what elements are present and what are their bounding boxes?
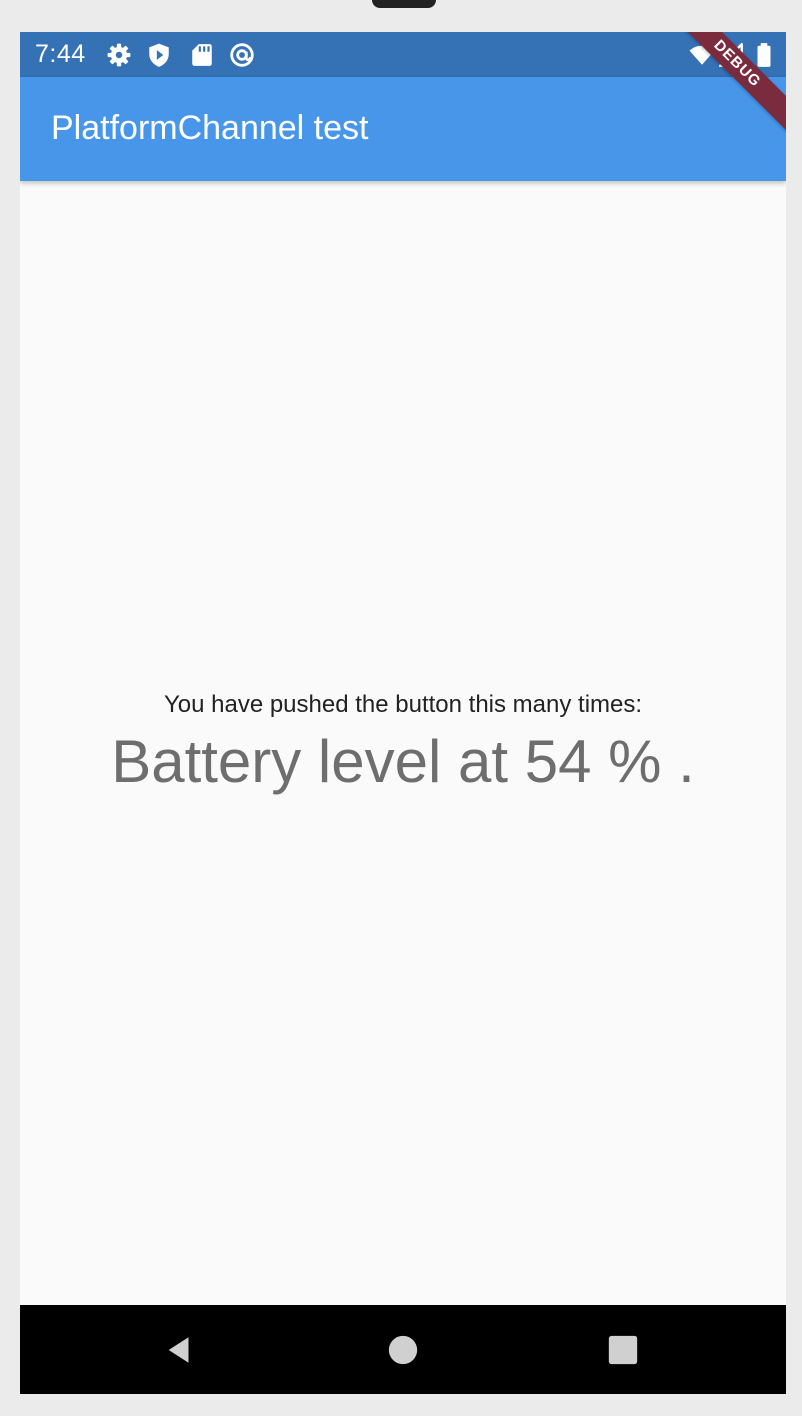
home-icon[interactable] [386, 1333, 420, 1367]
app-title: PlatformChannel test [51, 109, 369, 147]
status-bar: 7:44 [20, 32, 786, 77]
main-content: You have pushed the button this many tim… [20, 181, 786, 1394]
navigation-bar [20, 1305, 786, 1394]
at-sign-icon [230, 43, 254, 67]
counter-label: You have pushed the button this many tim… [163, 691, 643, 718]
recents-icon[interactable] [606, 1333, 640, 1367]
back-icon[interactable] [163, 1333, 197, 1367]
phone-screen: 7:44 PlatformChannel test DEBUG You have… [20, 32, 786, 1394]
device-notch [372, 0, 436, 8]
gear-icon [107, 43, 131, 67]
shield-play-icon [149, 43, 169, 67]
app-bar: PlatformChannel test [20, 77, 786, 181]
sd-card-icon [192, 44, 212, 66]
battery-level-text: Battery level at 54 % . [111, 728, 695, 795]
status-time: 7:44 [35, 40, 86, 68]
